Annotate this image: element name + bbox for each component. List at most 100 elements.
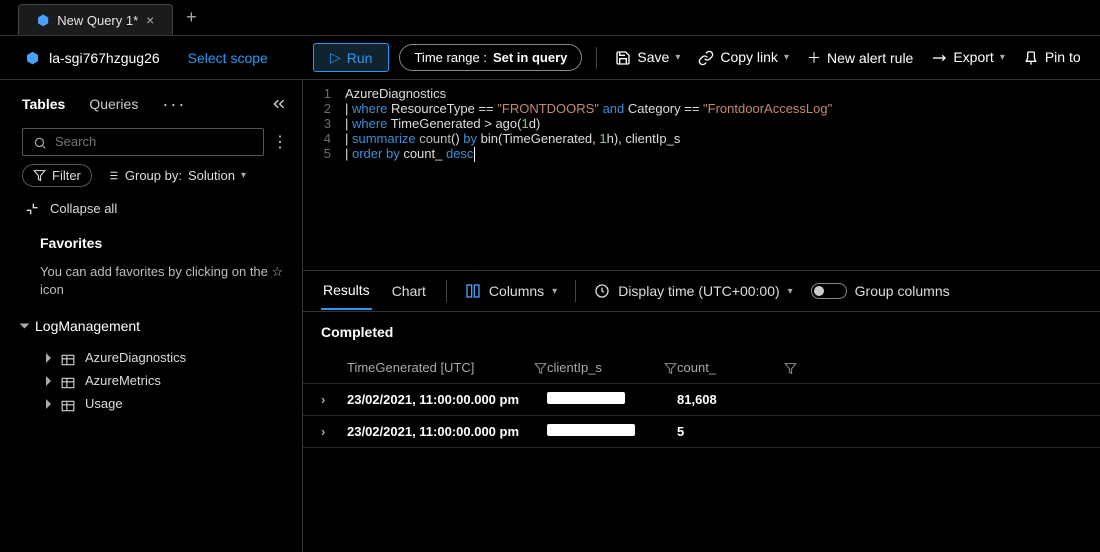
cell-timegenerated: 23/02/2021, 11:00:00.000 pm [347,392,547,407]
tree-leaf-label: AzureMetrics [85,373,161,388]
tree-leaf-label: AzureDiagnostics [85,350,186,365]
collapse-all-button[interactable]: Collapse all [22,195,288,219]
new-alert-rule-label: New alert rule [827,50,913,66]
cell-clientip [547,392,677,407]
column-header-count[interactable]: count_ [677,360,797,375]
save-button-label: Save [637,49,669,65]
table-row[interactable]: › 23/02/2021, 11:00:00.000 pm 5 [303,416,1100,448]
plus-icon: ＋ [807,48,821,68]
display-time-label: Display time (UTC+00:00) [618,283,779,299]
line-number: 3 [303,116,345,131]
pin-label: Pin to [1045,49,1081,65]
redacted-value [547,424,635,436]
close-tab-icon[interactable]: × [146,12,154,28]
query-editor[interactable]: 1AzureDiagnostics2| where ResourceType =… [303,80,1100,270]
display-time-button[interactable]: Display time (UTC+00:00) ▾ [594,283,792,299]
save-button[interactable]: Save ▾ [611,49,684,66]
sidebar-search-more[interactable]: ⋮ [272,132,288,152]
sidebar-tab-queries[interactable]: Queries [89,92,138,116]
run-button-label: Run [347,50,373,66]
columns-button[interactable]: Columns ▾ [465,283,557,299]
search-input[interactable] [55,134,253,149]
chevron-down-icon: ▾ [788,286,793,297]
filter-button-label: Filter [52,168,81,183]
filter-icon[interactable] [534,360,547,375]
line-number: 1 [303,86,345,101]
code-line[interactable]: | where TimeGenerated > ago(1d) [345,116,540,131]
cell-count: 5 [677,424,797,439]
search-icon [33,134,47,150]
resource-name: la-sgi767hzgug26 [49,50,160,66]
chevron-down-icon: ▾ [1000,52,1005,63]
pin-button[interactable]: Pin to [1019,49,1085,66]
table-icon [61,375,75,387]
chevron-down-icon: ▾ [784,52,789,63]
sidebar-tab-tables[interactable]: Tables [22,92,65,116]
save-icon [615,49,631,66]
pin-icon [1023,49,1039,66]
query-tab[interactable]: ⬢ New Query 1* × [18,4,173,35]
line-number: 5 [303,146,345,161]
chevron-down-icon: ▾ [675,52,680,63]
column-header-label: count_ [677,360,716,375]
group-columns-toggle[interactable]: Group columns [811,283,950,299]
favorites-hint: You can add favorites by clicking on the… [22,263,288,307]
caret-right-icon [46,353,51,363]
sidebar: Tables Queries ··· ⋮ Filter Gr [0,80,303,552]
export-label: Export [953,49,993,65]
code-line[interactable]: | summarize count() by bin(TimeGenerated… [345,131,680,146]
sidebar-search[interactable] [22,128,264,156]
column-header-clientip[interactable]: clientIp_s [547,360,677,375]
toolbar-separator [596,47,597,69]
expand-row-button[interactable]: › [321,424,347,439]
filter-icon[interactable] [664,360,677,375]
tree-leaf[interactable]: AzureMetrics [22,369,288,392]
group-by-button[interactable]: Group by: Solution ▾ [106,168,246,183]
column-header-label: clientIp_s [547,360,602,375]
chevron-down-icon: ▾ [241,170,246,181]
export-button[interactable]: Export ▾ [927,49,1009,66]
results-separator [575,280,576,302]
tree-leaf-label: Usage [85,396,123,411]
tree-leaf[interactable]: Usage [22,392,288,415]
select-scope-link[interactable]: Select scope [188,50,268,66]
line-number: 2 [303,101,345,116]
query-status: Completed [303,312,1100,352]
new-alert-rule-button[interactable]: ＋ New alert rule [803,48,917,68]
link-icon [698,49,714,66]
filter-icon[interactable] [784,360,797,375]
export-icon [931,49,947,66]
table-row[interactable]: › 23/02/2021, 11:00:00.000 pm 81,608 [303,384,1100,416]
results-header: TimeGenerated [UTC] clientIp_s count_ [303,352,1100,384]
tree-leaf[interactable]: AzureDiagnostics [22,346,288,369]
time-range-button[interactable]: Time range : Set in query [399,44,582,71]
query-tab-label: New Query 1* [57,13,138,28]
time-range-value: Set in query [493,50,567,65]
code-line[interactable]: AzureDiagnostics [345,86,446,101]
column-header-timegenerated[interactable]: TimeGenerated [UTC] [347,360,547,375]
copy-link-label: Copy link [720,49,778,65]
code-line[interactable]: | where ResourceType == "FRONTDOORS" and… [345,101,832,116]
filter-button[interactable]: Filter [22,164,92,187]
collapse-sidebar-button[interactable] [270,95,288,113]
time-range-prefix: Time range : [414,50,487,65]
tree-node-logmanagement[interactable]: LogManagement [22,314,288,338]
play-icon: ▷ [330,49,341,66]
run-button[interactable]: ▷ Run [313,43,389,72]
favorites-heading: Favorites [22,227,288,255]
table-icon [61,352,75,364]
code-line[interactable]: | order by count_ desc [345,146,475,162]
results-tab[interactable]: Results [321,272,372,310]
toggle-icon [811,283,847,299]
columns-button-label: Columns [489,283,544,299]
group-by-value: Solution [188,168,235,183]
text-cursor [474,147,475,162]
column-header-label: TimeGenerated [UTC] [347,360,474,375]
table-icon [61,398,75,410]
sidebar-more-button[interactable]: ··· [162,94,186,115]
copy-link-button[interactable]: Copy link ▾ [694,49,793,66]
expand-row-button[interactable]: › [321,392,347,407]
caret-down-icon [20,324,30,329]
new-tab-button[interactable]: + [173,0,209,35]
chart-tab[interactable]: Chart [390,273,428,309]
